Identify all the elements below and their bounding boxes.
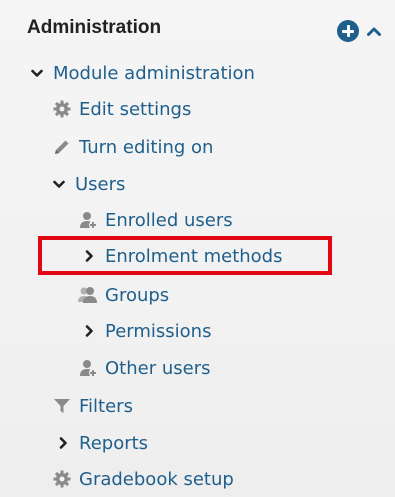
tree-item-other-users[interactable]: Other users — [77, 357, 210, 379]
tree-item-label: Permissions — [105, 320, 212, 342]
tree-item-label: Reports — [79, 432, 149, 454]
gear-icon — [51, 98, 73, 120]
gear-icon — [51, 468, 73, 490]
tree-item-label: Groups — [105, 284, 170, 306]
pencil-icon — [51, 136, 73, 158]
tree-item-users[interactable]: Users — [51, 173, 125, 195]
tree-item-edit-settings[interactable]: Edit settings — [51, 98, 191, 120]
plus-circle-icon[interactable] — [337, 20, 359, 42]
tree-item-gradebook-setup[interactable]: Gradebook setup — [51, 468, 234, 490]
tree-item-label: Edit settings — [79, 98, 192, 120]
group-icon — [77, 284, 99, 306]
chevron-down-icon — [29, 62, 45, 84]
tree-item-label: Gradebook setup — [79, 468, 234, 490]
tree-item-label: Other users — [105, 357, 211, 379]
tree-item-module-administration[interactable]: Module administration — [29, 62, 255, 84]
chevron-right-icon — [55, 432, 71, 454]
filter-icon — [51, 395, 73, 417]
tree-item-label: Enrolled users — [105, 209, 233, 231]
user-add-icon — [77, 209, 99, 231]
chevron-up-icon[interactable] — [367, 26, 381, 36]
tree-item-permissions[interactable]: Permissions — [81, 320, 211, 342]
highlight-box — [38, 236, 332, 275]
block-title: Administration — [27, 17, 162, 38]
chevron-right-icon — [81, 320, 97, 342]
tree-item-filters[interactable]: Filters — [51, 395, 133, 417]
tree-item-turn-editing-on[interactable]: Turn editing on — [51, 136, 213, 158]
chevron-down-icon — [51, 173, 67, 195]
tree-item-label: Module administration — [53, 62, 255, 84]
tree-item-reports[interactable]: Reports — [55, 432, 148, 454]
tree-item-label: Turn editing on — [79, 136, 214, 158]
tree-item-enrolled-users[interactable]: Enrolled users — [77, 209, 233, 231]
administration-block: Administration Module administration Edi… — [0, 0, 395, 497]
tree-item-label: Users — [75, 173, 126, 195]
block-header-controls — [337, 20, 381, 42]
tree-item-groups[interactable]: Groups — [77, 284, 169, 306]
user-add-icon — [77, 357, 99, 379]
tree-item-label: Filters — [79, 395, 133, 417]
